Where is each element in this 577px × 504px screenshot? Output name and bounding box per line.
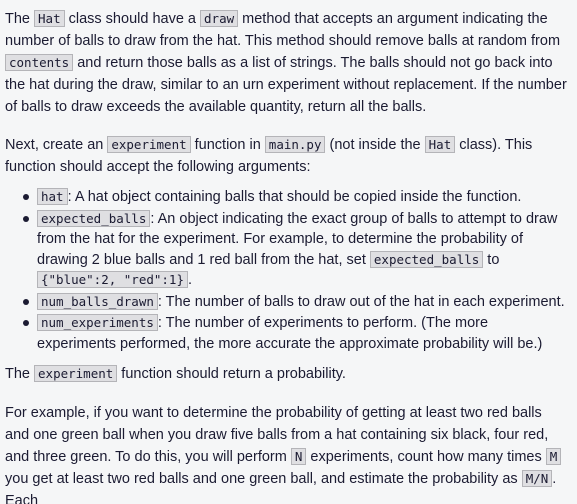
arguments-list: hat: A hat object containing balls that … [5,187,567,354]
text: The [5,366,35,382]
list-item-hat: hat: A hat object containing balls that … [23,187,567,208]
example-paragraph: For example, if you want to determine th… [5,402,567,504]
num-experiments-arg-code: num_experiments [37,314,158,331]
text: function should return a probability. [117,366,346,382]
draw-method-paragraph: The Hat class should have a draw method … [5,8,567,118]
example-dict-code: {"blue":2, "red":1} [37,271,188,288]
expected-balls-code: expected_balls [369,250,484,268]
list-item-expected-balls: expected_balls: An object indicating the… [23,209,567,291]
instructions-document: The Hat class should have a draw method … [0,0,577,504]
hat-class-code: Hat [424,136,456,153]
text: to [483,251,500,268]
main-py-code: main.py [264,136,326,153]
list-item-num-balls-drawn: num_balls_drawn: The number of balls to … [23,292,567,313]
m-code: M [545,448,562,465]
text: The [5,11,35,27]
list-item-num-experiments: num_experiments: The number of experimen… [23,313,567,354]
num-balls-drawn-arg-code: num_balls_drawn [37,292,158,310]
bullet-icon [23,215,29,222]
experiment-function-paragraph: Next, create an experiment function in m… [5,134,567,178]
experiment-code: experiment [34,365,118,382]
n-code: N [290,448,307,465]
contents-code: contents [5,54,74,71]
text: Next, create an [5,137,108,153]
text: function in [190,137,265,153]
bullet-icon [23,194,29,200]
experiment-code: experiment [107,136,191,153]
text: : The number of balls to draw out of the… [157,293,565,310]
hat-arg-code: hat [37,188,68,205]
bullet-icon [23,320,29,326]
text: : A hat object containing balls that sho… [67,189,522,205]
hat-class-code: Hat [34,10,65,27]
bullet-icon [23,298,29,305]
text: (not inside the [325,137,425,153]
expected-balls-arg-code: expected_balls [37,209,151,227]
m-over-n-code: M/N [521,470,553,487]
text: . [188,272,193,288]
text: and return those balls as a list of stri… [5,55,567,115]
draw-method-code: draw [200,10,239,27]
text: class should have a [64,11,201,27]
text: experiments, count how many times [306,449,546,465]
return-paragraph: The experiment function should return a … [5,363,567,385]
text: you get at least two red balls and one g… [5,471,522,487]
